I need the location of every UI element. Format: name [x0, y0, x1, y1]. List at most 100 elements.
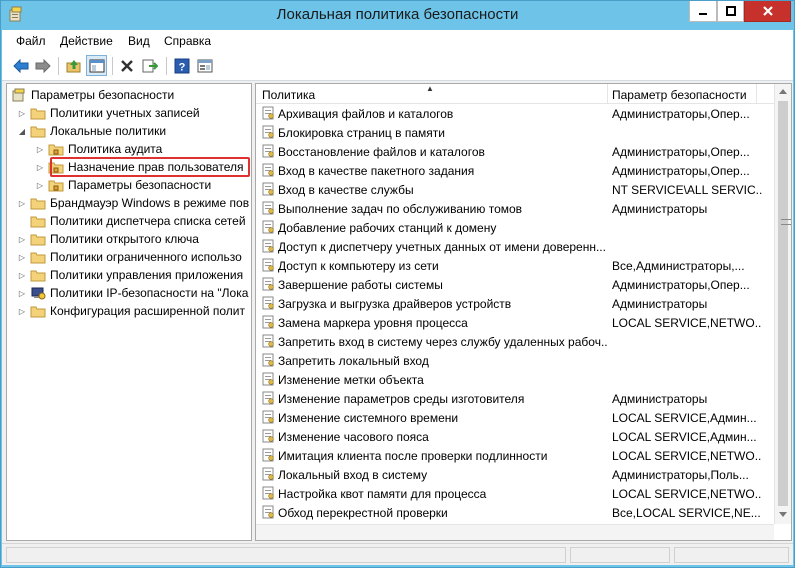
policy-name: Доступ к диспетчеру учетных данных от им…: [278, 240, 606, 254]
tree-item-public-key-policies[interactable]: ▷ Политики открытого ключа: [17, 230, 199, 248]
forward-button[interactable]: [32, 55, 53, 76]
status-panel: [6, 547, 566, 563]
policy-setting-value: Администраторы: [612, 392, 708, 406]
menu-action[interactable]: Действие: [60, 34, 113, 48]
tree-item-local-policies[interactable]: ◢ Локальные политики: [17, 122, 166, 140]
folder-icon: [30, 234, 46, 246]
tree-item-application-control[interactable]: ▷ Политики управления приложения: [17, 266, 243, 284]
policy-row[interactable]: Восстановление файлов и каталогов Админис…: [256, 142, 774, 161]
menu-file[interactable]: Файл: [16, 34, 46, 48]
policy-name: Изменение системного времени: [278, 411, 459, 425]
policy-setting-value: NT SERVICE\ALL SERVIC...: [612, 183, 762, 197]
menu-help[interactable]: Справка: [164, 34, 211, 48]
delete-button[interactable]: [116, 55, 137, 76]
help-button[interactable]: ?: [171, 55, 192, 76]
expand-arrow-icon[interactable]: ▷: [17, 253, 27, 262]
policy-item-icon: [262, 315, 274, 329]
tree-item-windows-firewall[interactable]: ▷ Брандмауэр Windows в режиме пов: [17, 194, 249, 212]
policy-item-icon: [262, 486, 274, 500]
collapse-arrow-icon[interactable]: ◢: [17, 127, 27, 136]
policy-row[interactable]: Запретить локальный вход: [256, 351, 774, 370]
policy-row[interactable]: Изменение системного времени LOCAL SERVIC…: [256, 408, 774, 427]
policy-name: Локальный вход в систему: [278, 468, 428, 482]
policy-row[interactable]: Доступ к компьютеру из сети Все,Администр…: [256, 256, 774, 275]
policy-item-icon: [262, 277, 274, 291]
policy-row[interactable]: Блокировка страниц в памяти: [256, 123, 774, 142]
policy-setting-value: Все,Администраторы,...: [612, 259, 745, 273]
selection-highlight-box: [50, 157, 250, 177]
title-bar[interactable]: Локальная политика безопасности: [1, 1, 794, 29]
tree-item-account-policies[interactable]: ▷ Политики учетных записей: [17, 104, 200, 122]
tree-item-security-settings[interactable]: Параметры безопасности: [11, 86, 174, 104]
policy-row[interactable]: Вход в качестве службы NT SERVICE\ALL SER…: [256, 180, 774, 199]
policy-row[interactable]: Замена маркера уровня процесса LOCAL SERV…: [256, 313, 774, 332]
close-button[interactable]: [744, 1, 791, 22]
policy-item-icon: [262, 220, 274, 234]
column-header-policy[interactable]: Политика: [262, 88, 315, 102]
policy-setting-value: Администраторы: [612, 202, 708, 216]
tree-item-network-list-manager[interactable]: Политики диспетчера списка сетей: [17, 212, 246, 230]
column-divider[interactable]: [756, 84, 757, 104]
expand-arrow-icon[interactable]: ▷: [35, 145, 45, 154]
policy-item-icon: [262, 410, 274, 424]
properties-button[interactable]: [194, 55, 215, 76]
export-list-button[interactable]: [139, 55, 160, 76]
policy-row[interactable]: Настройка квот памяти для процесса LOCAL …: [256, 484, 774, 503]
policy-setting-value: Администраторы,Поль...: [612, 468, 749, 482]
show-hide-tree-button[interactable]: [86, 55, 107, 76]
policy-row[interactable]: Запретить вход в систему через службу уд…: [256, 332, 774, 351]
policy-name: Запретить локальный вход: [278, 354, 429, 368]
expand-arrow-icon[interactable]: ▷: [35, 181, 45, 190]
minimize-button[interactable]: [689, 1, 717, 22]
toolbar-separator: [112, 57, 113, 75]
expand-arrow-icon[interactable]: ▷: [17, 289, 27, 298]
tree-item-software-restriction[interactable]: ▷ Политики ограниченного использо: [17, 248, 242, 266]
policy-row[interactable]: Добавление рабочих станций к домену: [256, 218, 774, 237]
policy-row[interactable]: Вход в качестве пакетного задания Админис…: [256, 161, 774, 180]
expand-arrow-icon[interactable]: ▷: [17, 307, 27, 316]
tree-item-audit-policy[interactable]: ▷ Политика аудита: [35, 140, 162, 158]
policy-name: Имитация клиента после проверки подлинно…: [278, 449, 548, 463]
horizontal-scrollbar[interactable]: [256, 524, 774, 540]
policy-row[interactable]: Завершение работы системы Администраторы,…: [256, 275, 774, 294]
policy-row[interactable]: Изменение параметров среды изготовителя А…: [256, 389, 774, 408]
help-icon: ?: [174, 58, 189, 73]
policy-name: Добавление рабочих станций к домену: [278, 221, 497, 235]
maximize-icon: [725, 6, 736, 16]
tree-item-ip-security[interactable]: ▷ Политики IP-безопасности на "Лока: [17, 284, 248, 302]
tree-item-label: Политики ограниченного использо: [50, 250, 242, 264]
column-header-security-setting[interactable]: Параметр безопасности: [612, 88, 747, 102]
expand-arrow-icon[interactable]: ▷: [17, 109, 27, 118]
column-divider[interactable]: [607, 84, 608, 104]
expand-arrow-icon[interactable]: ▷: [17, 271, 27, 280]
policy-folder-icon: [48, 180, 64, 192]
vertical-scrollbar[interactable]: [774, 84, 791, 524]
policy-row[interactable]: Доступ к диспетчеру учетных данных от им…: [256, 237, 774, 256]
policy-row[interactable]: Архивация файлов и каталогов Администрато…: [256, 104, 774, 123]
tree-item-advanced-audit[interactable]: ▷ Конфигурация расширенной полит: [17, 302, 245, 320]
policy-row[interactable]: Загрузка и выгрузка драйверов устройств А…: [256, 294, 774, 313]
scroll-down-icon[interactable]: [779, 512, 787, 518]
tree-item-security-options[interactable]: ▷ Параметры безопасности: [35, 176, 211, 194]
expand-arrow-icon[interactable]: ▷: [35, 163, 45, 172]
menu-view[interactable]: Вид: [128, 34, 150, 48]
delete-icon: [120, 59, 133, 72]
expand-arrow-icon[interactable]: ▷: [17, 235, 27, 244]
policy-row[interactable]: Обход перекрестной проверки Все,LOCAL SER…: [256, 503, 774, 522]
expand-arrow-icon[interactable]: ▷: [17, 199, 27, 208]
scroll-up-icon[interactable]: [779, 88, 787, 94]
policy-row[interactable]: Изменение часового пояса LOCAL SERVICE,Ад…: [256, 427, 774, 446]
policy-row[interactable]: Локальный вход в систему Администраторы,П…: [256, 465, 774, 484]
folder-icon: [30, 198, 46, 210]
maximize-button[interactable]: [717, 1, 744, 22]
policy-item-icon: [262, 201, 274, 215]
scroll-thumb[interactable]: [778, 101, 791, 506]
up-folder-icon: [66, 59, 80, 72]
folder-icon: [30, 252, 46, 264]
policy-row[interactable]: Выполнение задач по обслуживанию томов Ад…: [256, 199, 774, 218]
back-button[interactable]: [10, 55, 31, 76]
up-level-button[interactable]: [63, 55, 84, 76]
policy-name: Изменение параметров среды изготовителя: [278, 392, 525, 406]
policy-row[interactable]: Имитация клиента после проверки подлинно…: [256, 446, 774, 465]
policy-row[interactable]: Изменение метки объекта: [256, 370, 774, 389]
